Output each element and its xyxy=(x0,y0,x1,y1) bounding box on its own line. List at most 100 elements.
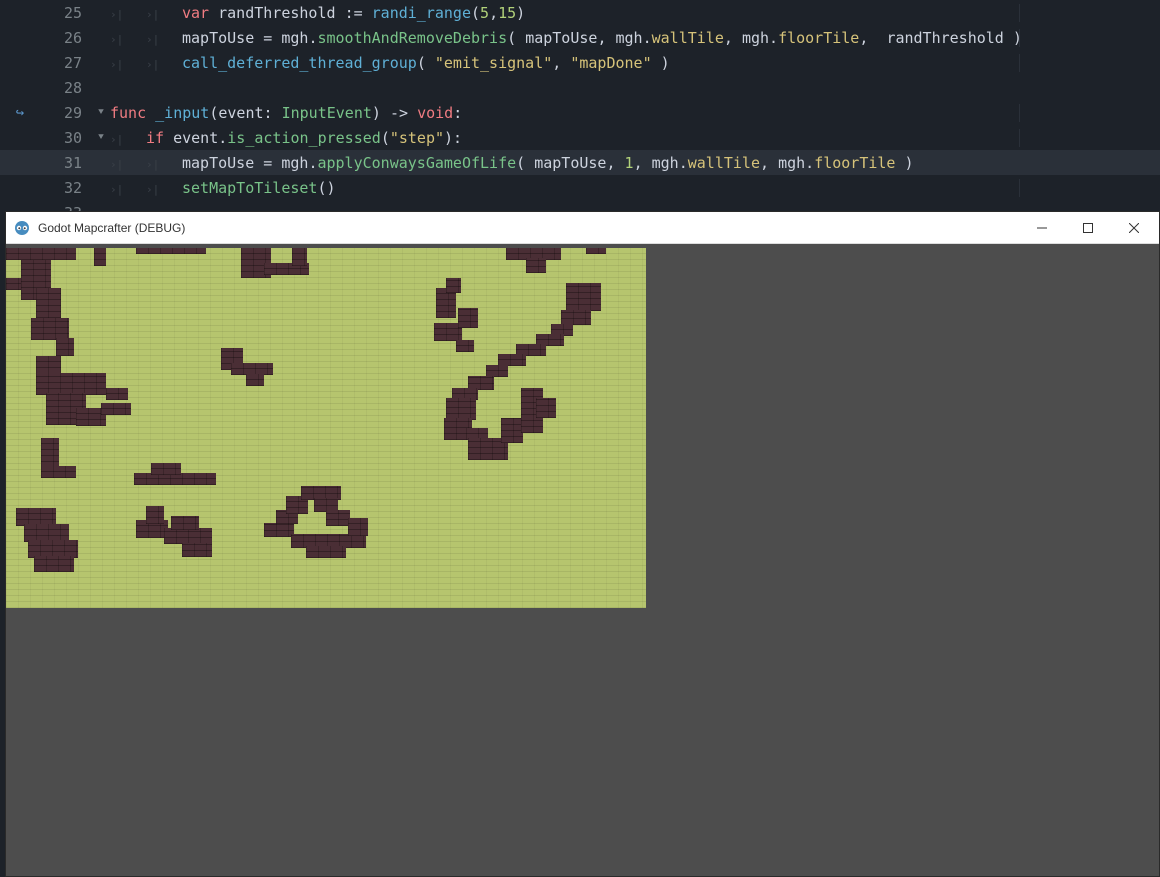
code-token: "mapDone" xyxy=(570,54,651,72)
fold-arrow-icon[interactable]: ⯆ xyxy=(92,132,110,143)
code-token: is_action_pressed xyxy=(227,129,381,147)
minimize-button[interactable] xyxy=(1019,213,1065,243)
code-content[interactable]: ›|›|setMapToTileset() xyxy=(110,179,1160,197)
wall-tile xyxy=(246,374,264,386)
code-line[interactable]: 32 ›|›|setMapToTileset() xyxy=(0,175,1160,200)
wall-tile xyxy=(151,463,181,475)
code-token: randThreshold xyxy=(886,29,1003,47)
code-token: = xyxy=(263,29,272,47)
window-title-text: Godot Mapcrafter (DEBUG) xyxy=(38,221,1019,235)
wall-tile xyxy=(56,338,74,356)
code-line[interactable]: 27›|›|call_deferred_thread_group( "emit_… xyxy=(0,50,1160,75)
code-content[interactable]: ›|›|mapToUse = mgh.smoothAndRemoveDebris… xyxy=(110,29,1160,47)
code-token: ) xyxy=(516,4,525,22)
wall-tile xyxy=(456,340,474,352)
code-token: floorTile xyxy=(814,154,895,172)
code-token: mapToUse xyxy=(534,154,606,172)
wall-tile xyxy=(446,398,476,420)
wall-tile xyxy=(164,528,212,544)
indent-guide-icon: ›| xyxy=(146,33,182,46)
code-token: wallTile xyxy=(652,29,724,47)
game-viewport[interactable] xyxy=(6,244,1159,876)
code-token: . xyxy=(643,29,652,47)
code-token: . xyxy=(805,154,814,172)
code-token: floorTile xyxy=(778,29,859,47)
line-number: 26 xyxy=(40,29,92,47)
code-content[interactable]: ›|›|mapToUse = mgh.applyConwaysGameOfLif… xyxy=(110,154,1160,172)
wall-tile xyxy=(146,506,164,524)
indent-guide-icon: ›| xyxy=(110,58,146,71)
wall-tile xyxy=(264,523,294,537)
code-content[interactable]: func _input(event: InputEvent) -> void: xyxy=(110,104,1160,122)
code-token: = xyxy=(263,154,272,172)
code-editor[interactable]: 25›|›|var randThreshold := randi_range(5… xyxy=(0,0,1160,225)
code-token: call_deferred_thread_group xyxy=(182,54,417,72)
fold-arrow-icon[interactable]: ⯆ xyxy=(92,107,110,118)
code-token: event xyxy=(218,104,263,122)
code-token: "step" xyxy=(390,129,444,147)
code-token: mgh xyxy=(742,29,769,47)
code-token: randThreshold xyxy=(218,4,335,22)
code-token: mgh xyxy=(281,154,308,172)
indent-guide-icon: ›| xyxy=(146,183,182,196)
code-token: var xyxy=(182,4,209,22)
code-token: . xyxy=(769,29,778,47)
window-title-bar[interactable]: Godot Mapcrafter (DEBUG) xyxy=(6,212,1159,244)
code-token: () xyxy=(317,179,335,197)
code-token xyxy=(336,4,345,22)
code-content[interactable]: ›|›|call_deferred_thread_group( "emit_si… xyxy=(110,54,1160,72)
code-token xyxy=(254,154,263,172)
code-token: , xyxy=(552,54,570,72)
indent-guide-icon: ›| xyxy=(146,158,182,171)
code-line[interactable]: 30⯆›|if event.is_action_pressed("step"): xyxy=(0,125,1160,150)
wall-tile xyxy=(306,546,346,558)
code-token: , xyxy=(606,154,624,172)
line-number: 32 xyxy=(40,179,92,197)
wall-tile xyxy=(36,373,106,395)
code-token: , xyxy=(724,29,742,47)
wall-tile xyxy=(182,543,212,557)
code-token: ( xyxy=(516,154,534,172)
code-content[interactable]: ›|if event.is_action_pressed("step"): xyxy=(110,129,1160,147)
code-line[interactable]: 26 ›|›|mapToUse = mgh.smoothAndRemoveDebr… xyxy=(0,25,1160,50)
godot-app-icon xyxy=(14,220,30,236)
wall-tile xyxy=(501,418,523,443)
code-token: InputEvent xyxy=(282,104,372,122)
code-token: ) xyxy=(1004,29,1022,47)
wall-tile xyxy=(31,318,69,340)
code-token: , xyxy=(760,154,778,172)
code-token xyxy=(254,29,263,47)
window-controls xyxy=(1019,213,1157,243)
code-token: 1 xyxy=(625,154,634,172)
code-line[interactable]: 25›|›|var randThreshold := randi_range(5… xyxy=(0,0,1160,25)
wall-tile xyxy=(41,466,76,478)
wall-tile xyxy=(586,248,606,254)
wall-tile xyxy=(458,308,478,328)
maximize-button[interactable] xyxy=(1065,213,1111,243)
code-token: ) -> xyxy=(372,104,417,122)
line-number: 31 xyxy=(40,154,92,172)
code-token xyxy=(209,4,218,22)
code-token: func xyxy=(110,104,146,122)
wall-tile xyxy=(6,248,76,260)
close-button[interactable] xyxy=(1111,213,1157,243)
code-token: : xyxy=(264,104,282,122)
wall-tile xyxy=(536,398,556,418)
code-line[interactable]: ↪29⯆func _input(event: InputEvent) -> vo… xyxy=(0,100,1160,125)
wall-tile xyxy=(526,258,546,273)
code-token: "emit_signal" xyxy=(435,54,552,72)
wall-tile xyxy=(36,356,61,374)
code-line[interactable]: 31›|›|mapToUse = mgh.applyConwaysGameOfL… xyxy=(0,150,1160,175)
code-token: ): xyxy=(444,129,462,147)
wall-tile xyxy=(292,248,307,266)
code-token: _input xyxy=(155,104,209,122)
wall-tile xyxy=(34,556,74,572)
game-map xyxy=(6,248,646,608)
code-token: setMapToTileset xyxy=(182,179,317,197)
code-token: ) xyxy=(895,154,913,172)
code-content[interactable]: ›|›|var randThreshold := randi_range(5,1… xyxy=(110,4,1160,22)
code-token xyxy=(272,29,281,47)
code-token xyxy=(272,154,281,172)
code-token: mgh xyxy=(652,154,679,172)
code-line[interactable]: 28 xyxy=(0,75,1160,100)
